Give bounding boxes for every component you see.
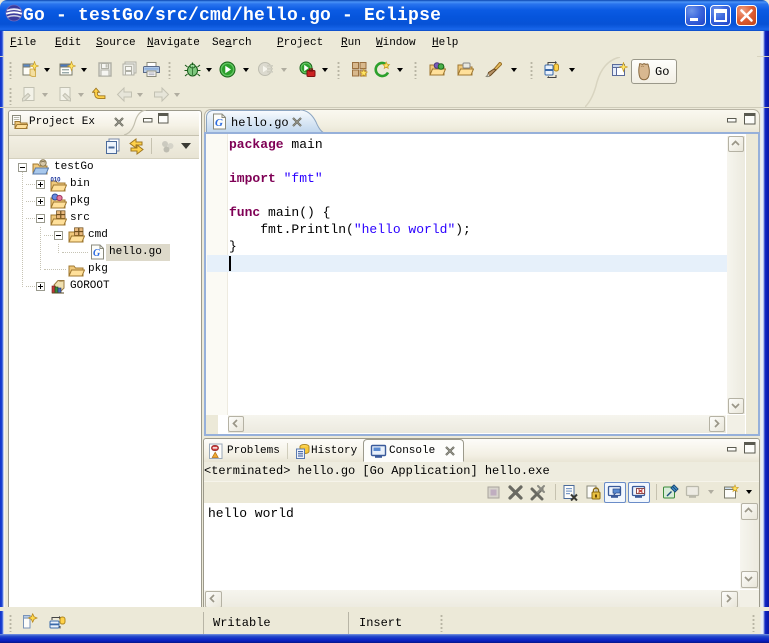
svg-text:G: G [93,248,101,259]
svg-text:010: 010 [51,178,62,184]
svg-text:G: G [215,117,223,129]
